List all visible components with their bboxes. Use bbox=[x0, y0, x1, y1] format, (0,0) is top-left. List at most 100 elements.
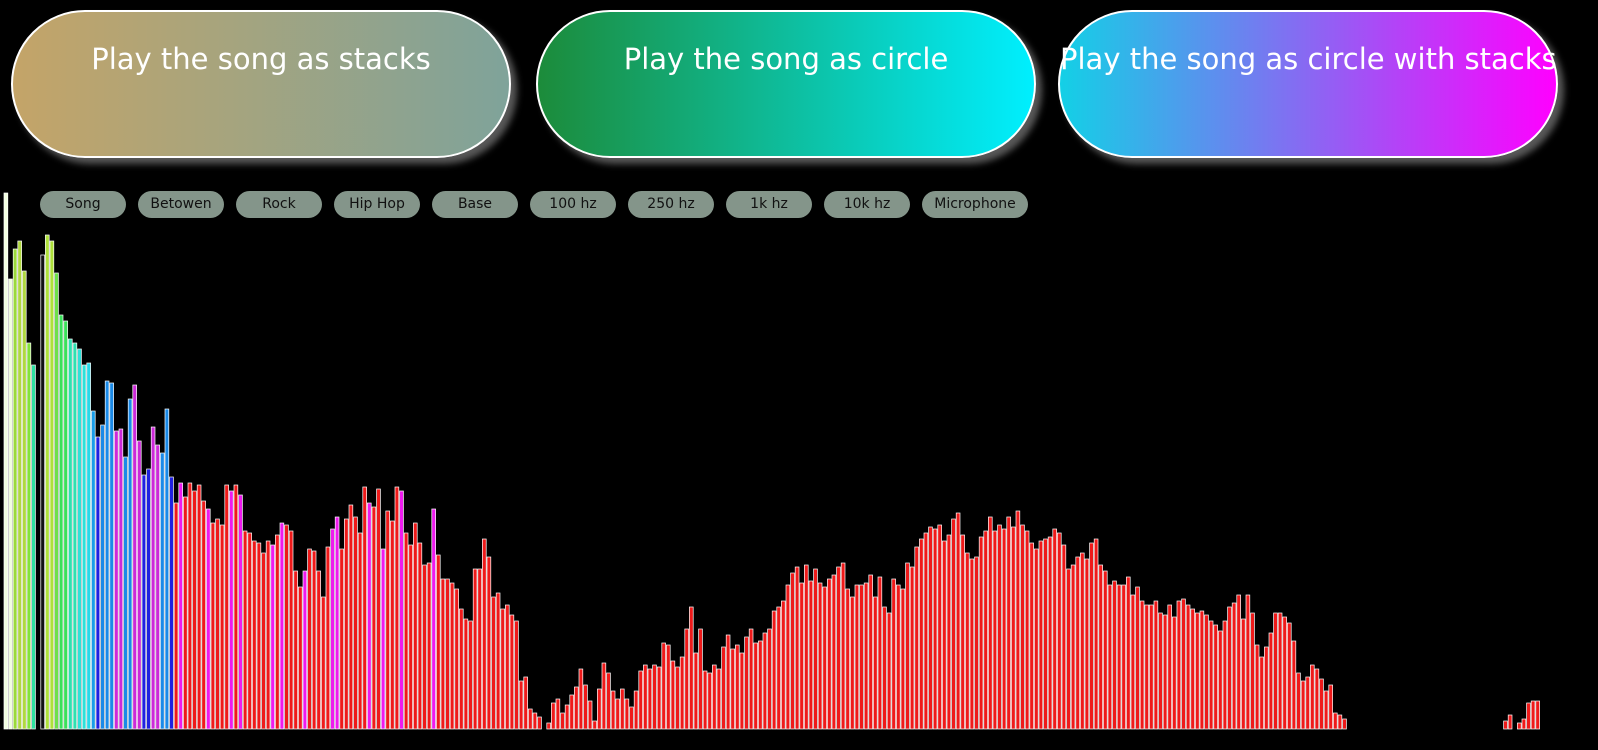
spectrum-bar bbox=[137, 440, 142, 730]
spectrum-bar bbox=[840, 562, 846, 730]
preset-song-button[interactable]: Song bbox=[40, 191, 126, 218]
spectrum-bar bbox=[385, 510, 390, 730]
spectrum-bar bbox=[1227, 606, 1232, 730]
spectrum-bar bbox=[725, 634, 731, 730]
spectrum-bar bbox=[449, 582, 455, 730]
preset-250hz-button[interactable]: 250 hz bbox=[628, 191, 714, 218]
spectrum-bar bbox=[992, 530, 998, 730]
spectrum-bar bbox=[721, 646, 726, 730]
spectrum-bar bbox=[1241, 618, 1246, 730]
spectrum-bar bbox=[873, 596, 878, 730]
spectrum-bar bbox=[3, 192, 9, 730]
spectrum-bar bbox=[1319, 678, 1324, 730]
spectrum-bar bbox=[463, 618, 469, 730]
preset-100hz-button[interactable]: 100 hz bbox=[530, 191, 616, 218]
spectrum-bar bbox=[748, 628, 754, 730]
spectrum-bar bbox=[210, 522, 216, 730]
preset-1khz-button[interactable]: 1k hz bbox=[726, 191, 812, 218]
spectrum-bar bbox=[1098, 564, 1103, 730]
spectrum-bar bbox=[325, 546, 331, 730]
spectrum-bar bbox=[592, 720, 597, 730]
spectrum-bar bbox=[1337, 714, 1343, 730]
spectrum-bar bbox=[1218, 630, 1223, 730]
spectrum-bar bbox=[587, 700, 593, 730]
spectrum-bar bbox=[509, 614, 515, 730]
spectrum-bar bbox=[1195, 612, 1200, 730]
spectrum-bar bbox=[799, 582, 804, 730]
spectrum-bar bbox=[127, 398, 133, 730]
spectrum-bar bbox=[132, 384, 137, 730]
spectrum-bar bbox=[357, 532, 363, 730]
spectrum-bar bbox=[459, 608, 464, 730]
spectrum-bar bbox=[1204, 614, 1209, 730]
spectrum-bar bbox=[716, 668, 722, 730]
spectrum-bar bbox=[1250, 612, 1255, 730]
preset-base-button[interactable]: Base bbox=[432, 191, 518, 218]
spectrum-bar bbox=[776, 606, 781, 730]
spectrum-bar bbox=[675, 666, 680, 730]
spectrum-bar bbox=[362, 486, 367, 730]
spectrum-bar bbox=[169, 476, 174, 730]
spectrum-bar bbox=[744, 636, 749, 730]
spectrum-bar bbox=[173, 502, 179, 730]
spectrum-bar bbox=[1176, 600, 1182, 730]
spectrum-bar bbox=[252, 540, 257, 730]
spectrum-bar bbox=[1296, 672, 1301, 730]
spectrum-bar bbox=[978, 536, 984, 730]
spectrum-bar bbox=[1075, 556, 1080, 730]
spectrum-bar bbox=[1029, 542, 1034, 730]
spectrum-bar bbox=[270, 544, 275, 730]
preset-rock-button[interactable]: Rock bbox=[236, 191, 322, 218]
spectrum-bar bbox=[440, 578, 446, 730]
spectrum-bar bbox=[293, 570, 298, 730]
spectrum-bar bbox=[233, 484, 239, 730]
spectrum-bar bbox=[316, 570, 321, 730]
spectrum-bar bbox=[1149, 604, 1154, 730]
spectrum-bar bbox=[1006, 516, 1011, 730]
spectrum-bar bbox=[1530, 700, 1536, 730]
spectrum-bar bbox=[854, 584, 860, 730]
spectrum-bar bbox=[1521, 718, 1527, 730]
spectrum-bar bbox=[679, 656, 685, 730]
spectrum-bar bbox=[178, 482, 183, 730]
preset-10khz-button[interactable]: 10k hz bbox=[824, 191, 910, 218]
spectrum-bar bbox=[8, 278, 13, 730]
spectrum-bar bbox=[187, 482, 193, 730]
spectrum-bar bbox=[1323, 690, 1329, 730]
preset-hip-hop-button[interactable]: Hip Hop bbox=[334, 191, 420, 218]
spectrum-bar bbox=[1130, 594, 1136, 730]
spectrum-bar bbox=[224, 484, 229, 730]
spectrum-bar bbox=[712, 664, 717, 730]
spectrum-bar bbox=[514, 620, 519, 730]
spectrum-bar bbox=[353, 516, 358, 730]
spectrum-bar bbox=[201, 500, 206, 730]
spectrum-bar bbox=[845, 588, 850, 730]
spectrum-bar bbox=[767, 628, 772, 730]
spectrum-bar bbox=[647, 668, 653, 730]
spectrum-bar bbox=[794, 566, 800, 730]
spectrum-bar bbox=[445, 578, 450, 730]
spectrum-bar bbox=[615, 698, 620, 730]
spectrum-bar bbox=[261, 552, 266, 730]
spectrum-bar bbox=[684, 628, 689, 730]
spectrum-bar bbox=[206, 508, 211, 730]
preset-betowen-button[interactable]: Betowen bbox=[138, 191, 224, 218]
spectrum-bar bbox=[886, 612, 892, 730]
spectrum-bar bbox=[436, 554, 441, 730]
spectrum-bar bbox=[482, 538, 487, 730]
spectrum-bar bbox=[63, 320, 68, 730]
spectrum-bar bbox=[923, 532, 929, 730]
spectrum-bar bbox=[638, 670, 643, 730]
spectrum-bar bbox=[1034, 548, 1039, 730]
spectrum-bar bbox=[1535, 700, 1540, 730]
spectrum-bar bbox=[937, 524, 942, 730]
spectrum-bar bbox=[330, 528, 335, 730]
preset-microphone-button[interactable]: Microphone bbox=[922, 191, 1028, 218]
spectrum-bar bbox=[891, 578, 896, 730]
spectrum-bar bbox=[265, 540, 271, 730]
spectrum-bar bbox=[813, 568, 818, 730]
spectrum-bar bbox=[242, 530, 248, 730]
spectrum-bar bbox=[307, 548, 312, 730]
spectrum-bar bbox=[1080, 552, 1085, 730]
spectrum-bar bbox=[146, 468, 151, 730]
